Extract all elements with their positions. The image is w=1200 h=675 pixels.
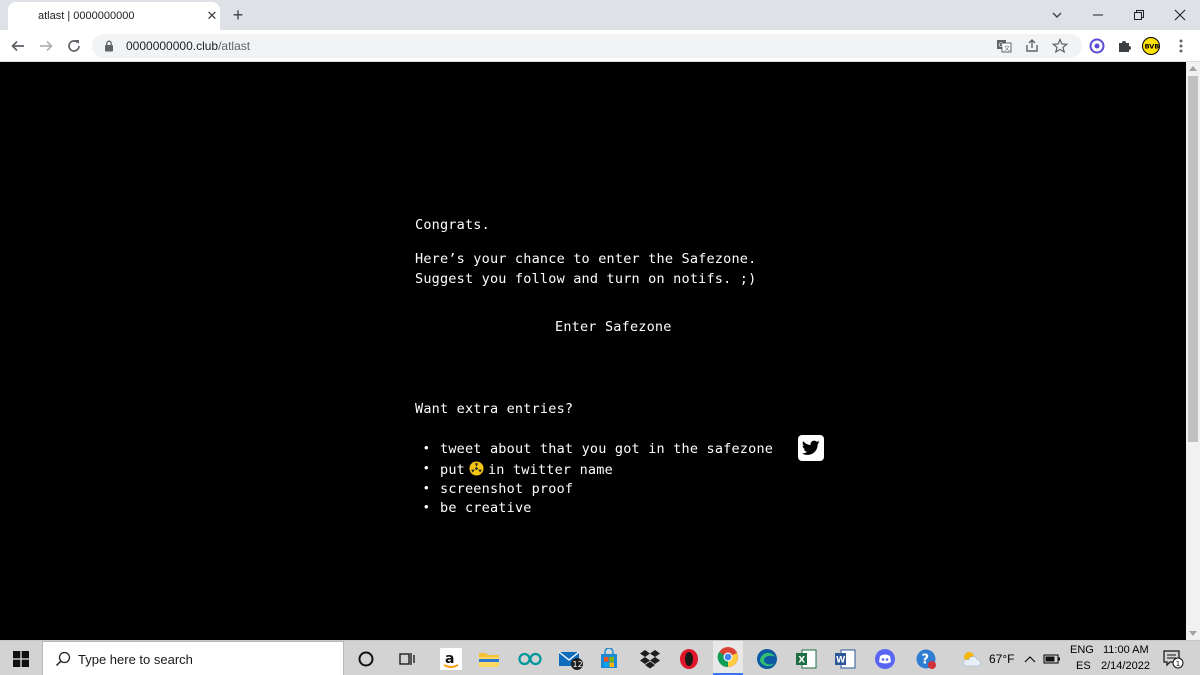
lock-icon[interactable] (104, 40, 114, 52)
tab-search-icon[interactable] (1048, 6, 1066, 24)
extension-icon[interactable] (1088, 37, 1106, 55)
url-text[interactable]: 0000000000.club/atlast (126, 39, 250, 53)
svg-text:BVB: BVB (1145, 43, 1160, 51)
svg-text:a: a (445, 651, 454, 667)
back-icon[interactable] (8, 36, 28, 56)
store-icon[interactable] (596, 646, 622, 672)
cortana-icon[interactable] (353, 646, 379, 672)
task-view-icon[interactable] (394, 646, 420, 672)
clock-time[interactable]: 11:00 AM (1103, 644, 1149, 656)
svg-text:G: G (999, 42, 1004, 49)
bvb-icon[interactable]: BVB (1142, 37, 1160, 55)
show-hidden-icons-icon[interactable] (1022, 646, 1038, 672)
minimize-button[interactable] (1078, 0, 1118, 30)
close-window-button[interactable] (1160, 0, 1200, 30)
browser-toolbar: 0000000000.club/atlast G文 BVB (0, 30, 1200, 62)
notification-center-icon[interactable]: 1 (1160, 646, 1186, 672)
mail-icon[interactable]: 12 (558, 646, 584, 672)
congrats-text: Congrats. (415, 217, 490, 233)
search-icon (55, 651, 71, 667)
search-placeholder: Type here to search (78, 652, 193, 667)
dropbox-icon[interactable] (637, 646, 663, 672)
new-tab-button[interactable]: + (228, 5, 248, 25)
put-text: put (440, 462, 465, 478)
svg-text:W: W (836, 656, 846, 666)
tab-close-button[interactable]: ✕ (204, 8, 220, 24)
amazon-icon[interactable]: a (438, 646, 464, 672)
page-scrollbar[interactable] (1186, 62, 1200, 640)
list-item-tweet: tweet about that you got in the safezone (440, 441, 774, 457)
menu-icon[interactable] (1172, 37, 1190, 55)
browser-tab[interactable]: atlast | 0000000000 ✕ (8, 2, 220, 30)
translate-icon[interactable]: G文 (996, 38, 1012, 54)
clock-date[interactable]: 2/14/2022 (1101, 660, 1150, 672)
list-item-put-radioactive: put in twitter name (440, 461, 613, 478)
arduino-icon[interactable] (517, 646, 543, 672)
enter-safezone-link[interactable]: Enter Safezone (555, 319, 672, 335)
chrome-taskbar-icon[interactable] (713, 641, 743, 675)
scroll-down-icon[interactable] (1189, 631, 1197, 636)
svg-text:X: X (798, 656, 805, 666)
star-icon[interactable] (1052, 38, 1068, 54)
list-item-screenshot: screenshot proof (440, 481, 574, 497)
forward-icon[interactable] (36, 36, 56, 56)
share-icon[interactable] (1024, 38, 1040, 54)
address-bar[interactable]: 0000000000.club/atlast G文 (92, 34, 1082, 58)
weather-icon[interactable] (958, 646, 984, 672)
scrollbar-thumb[interactable] (1188, 76, 1198, 442)
language-indicator[interactable]: ENG (1070, 644, 1094, 656)
weather-temperature[interactable]: 67°F (989, 652, 1014, 666)
follow-suggestion-text: Suggest you follow and turn on notifs. ;… (415, 271, 757, 287)
twitter-icon[interactable] (798, 435, 824, 461)
excel-icon[interactable]: X (793, 646, 819, 672)
list-bullet: • (424, 440, 429, 455)
tab-strip: atlast | 0000000000 ✕ + (0, 0, 1200, 30)
extra-entries-heading: Want extra entries? (415, 401, 574, 417)
page-content: Congrats. Here’s your chance to enter th… (0, 62, 1186, 640)
tab-title: atlast | 0000000000 (38, 10, 135, 22)
taskbar-search-input[interactable]: Type here to search (42, 641, 344, 675)
file-explorer-icon[interactable] (476, 646, 502, 672)
twitter-name-text: in twitter name (487, 462, 613, 478)
mail-badge: 12 (573, 660, 583, 669)
list-bullet: • (424, 499, 429, 514)
taskbar: Type here to search a 12 X W ? 67°F ENG … (0, 640, 1200, 675)
notification-badge: 1 (1176, 660, 1180, 668)
svg-text:?: ? (922, 653, 930, 668)
edge-icon[interactable] (754, 646, 780, 672)
list-item-creative: be creative (440, 500, 532, 516)
list-bullet: • (424, 460, 429, 475)
safezone-chance-text: Here’s your chance to enter the Safezone… (415, 251, 757, 267)
restore-button[interactable] (1119, 0, 1159, 30)
reload-icon[interactable] (64, 36, 84, 56)
word-icon[interactable]: W (832, 646, 858, 672)
radioactive-icon (469, 461, 484, 476)
help-icon[interactable]: ? (913, 646, 939, 672)
scroll-up-icon[interactable] (1189, 66, 1197, 71)
puzzle-icon[interactable] (1115, 37, 1133, 55)
windows-start-icon[interactable] (0, 641, 42, 675)
opera-icon[interactable] (676, 646, 702, 672)
discord-icon[interactable] (872, 646, 898, 672)
battery-icon[interactable] (1042, 646, 1062, 672)
keyboard-layout-indicator[interactable]: ES (1076, 660, 1091, 672)
list-bullet: • (424, 480, 429, 495)
svg-text:文: 文 (1004, 45, 1010, 53)
